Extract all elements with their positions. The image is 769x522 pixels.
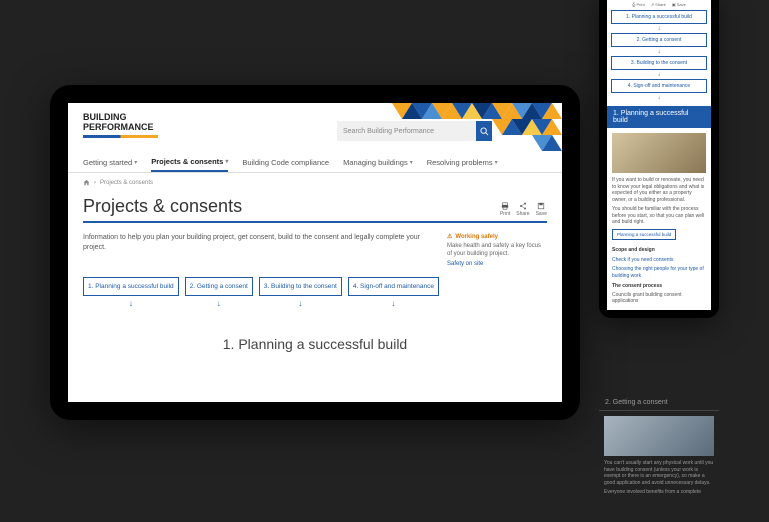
tablet-frame: BUILDING PERFORMANCE — [50, 85, 580, 420]
main-row: Information to help you plan your buildi… — [83, 233, 547, 267]
share-button[interactable]: Share — [516, 202, 529, 217]
m-section-1-title: 1. Planning a successful build — [607, 106, 711, 128]
m-sec2-text2: Everyone involved benefits from a comple… — [604, 489, 714, 496]
section-1-title: 1. Planning a successful build — [83, 336, 547, 352]
breadcrumb-sep: › — [94, 180, 96, 186]
m-section-2-body: You can't usually start any physical wor… — [599, 411, 719, 501]
arrow-down-icon: ↓ — [611, 49, 707, 55]
mobile-steps: ⎙ Print ⇗ Share ▣ Save 1. Planning a suc… — [607, 0, 711, 106]
m-section-2-image — [604, 416, 714, 456]
arrow-down-icon: ↓ — [185, 299, 253, 308]
m-section-1-body: If you want to build or renovate, you ne… — [607, 128, 711, 310]
mobile-overflow: 2. Getting a consent You can't usually s… — [599, 395, 719, 501]
print-button[interactable]: Print — [500, 202, 510, 217]
search-placeholder: Search Building Performance — [343, 128, 434, 135]
m-sec1-text: If you want to build or renovate, you ne… — [612, 177, 706, 203]
chevron-down-icon: ▾ — [134, 159, 137, 166]
step-1[interactable]: 1. Planning a successful build↓ — [83, 277, 179, 308]
arrow-down-icon: ↓ — [259, 299, 342, 308]
step-2[interactable]: 2. Getting a consent↓ — [185, 277, 253, 308]
m-sec1-sub2: The consent process — [612, 283, 706, 290]
steps-row: 1. Planning a successful build↓ 2. Getti… — [83, 277, 547, 308]
logo-underline — [83, 135, 158, 138]
safety-title: ⚠Working safely — [447, 233, 547, 240]
arrow-down-icon: ↓ — [611, 72, 707, 78]
arrow-down-icon: ↓ — [348, 299, 439, 308]
safety-link[interactable]: Safety on site — [447, 261, 547, 267]
safety-sidebar: ⚠Working safely Make health and safety a… — [447, 233, 547, 267]
print-icon — [501, 202, 509, 210]
warning-icon: ⚠ — [447, 233, 452, 240]
m-sec1-link2[interactable]: Choosing the right people for your type … — [612, 266, 706, 279]
nav-managing-buildings[interactable]: Managing buildings▾ — [343, 157, 413, 172]
m-sec2-text: You can't usually start any physical wor… — [604, 460, 714, 486]
m-step-1[interactable]: 1. Planning a successful build — [611, 10, 707, 24]
chevron-down-icon: ▾ — [410, 159, 413, 166]
header: BUILDING PERFORMANCE — [68, 103, 562, 153]
breadcrumb: › Projects & consents — [68, 173, 562, 192]
mobile-screen: ⎙ Print ⇗ Share ▣ Save 1. Planning a suc… — [607, 0, 711, 310]
m-sec1-button[interactable]: Planning a successful build — [612, 229, 676, 241]
search-button[interactable] — [476, 121, 492, 141]
title-row: Projects & consents Print Share Save — [83, 196, 547, 223]
arrow-down-icon: ↓ — [611, 26, 707, 32]
m-section-2-title: 2. Getting a consent — [599, 395, 719, 411]
nav-resolving-problems[interactable]: Resolving problems▾ — [427, 157, 498, 172]
save-icon — [537, 202, 545, 210]
nav-projects-consents[interactable]: Projects & consents▾ — [151, 157, 228, 172]
safety-text: Make health and safety a key focus of yo… — [447, 243, 547, 259]
home-icon[interactable] — [83, 179, 90, 186]
step-3[interactable]: 3. Building to the consent↓ — [259, 277, 342, 308]
arrow-down-icon: ↓ — [611, 95, 707, 101]
chevron-down-icon: ▾ — [225, 158, 228, 165]
nav-building-code[interactable]: Building Code compliance — [242, 157, 329, 172]
tablet-screen: BUILDING PERFORMANCE — [68, 103, 562, 402]
step-4[interactable]: 4. Sign-off and maintenance↓ — [348, 277, 439, 308]
m-share[interactable]: ⇗ Share — [651, 2, 666, 7]
m-step-2[interactable]: 2. Getting a consent — [611, 33, 707, 47]
arrow-down-icon: ↓ — [83, 299, 179, 308]
share-icon — [519, 202, 527, 210]
m-step-3[interactable]: 3. Building to the consent — [611, 56, 707, 70]
save-button[interactable]: Save — [536, 202, 547, 217]
page-actions: Print Share Save — [500, 202, 547, 217]
m-sec1-sub1: Scope and design — [612, 247, 706, 254]
m-sec1-link1[interactable]: Check if you need consents — [612, 257, 706, 264]
nav-getting-started[interactable]: Getting started▾ — [83, 157, 137, 172]
m-section-1-image — [612, 133, 706, 173]
mobile-frame: ⎙ Print ⇗ Share ▣ Save 1. Planning a suc… — [599, 0, 719, 318]
m-sec1-text3: Councils grant building consent applicat… — [612, 292, 706, 305]
m-save[interactable]: ▣ Save — [672, 2, 686, 7]
breadcrumb-current: Projects & consents — [100, 180, 153, 186]
m-step-4[interactable]: 4. Sign-off and maintenance — [611, 79, 707, 93]
page-title: Projects & consents — [83, 196, 242, 217]
intro-text: Information to help you plan your buildi… — [83, 233, 435, 267]
m-sec1-text2: You should be familiar with the process … — [612, 206, 706, 226]
search-input[interactable]: Search Building Performance — [337, 121, 492, 141]
m-print[interactable]: ⎙ Print — [632, 2, 645, 7]
content: Projects & consents Print Share Save Inf… — [68, 192, 562, 356]
main-nav: Getting started▾ Projects & consents▾ Bu… — [68, 153, 562, 173]
chevron-down-icon: ▾ — [495, 159, 498, 166]
